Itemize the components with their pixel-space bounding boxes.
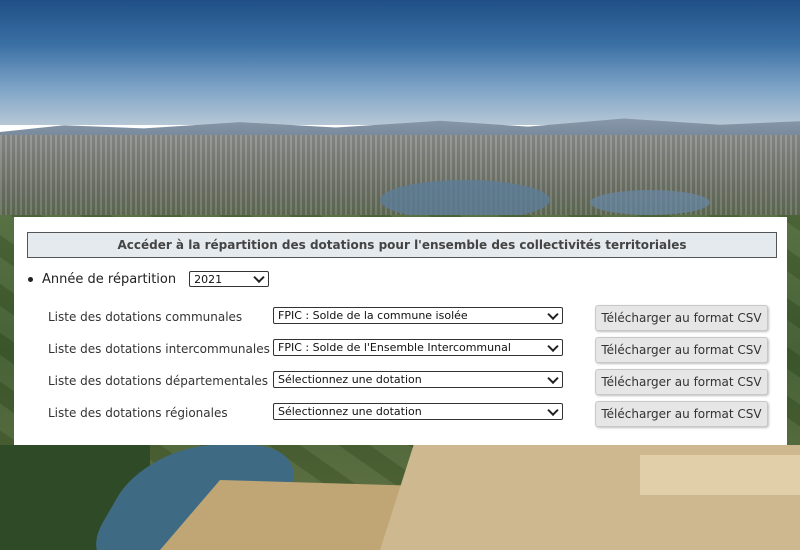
river [380, 180, 550, 220]
chevron-down-icon [253, 271, 265, 284]
download-csv-button-regionales[interactable]: Télécharger au format CSV [595, 401, 768, 427]
row-label: Liste des dotations régionales [48, 406, 228, 420]
dotation-select-intercommunales[interactable]: FPIC : Solde de l'Ensemble Intercommunal [273, 339, 563, 356]
row-communales: Liste des dotations communales FPIC : So… [14, 305, 787, 331]
select-value: FPIC : Solde de l'Ensemble Intercommunal [278, 341, 511, 354]
year-row: Année de répartition 2021 [28, 270, 270, 288]
row-intercommunales: Liste des dotations intercommunales FPIC… [14, 337, 787, 363]
row-departementales: Liste des dotations départementales Séle… [14, 369, 787, 395]
row-regionales: Liste des dotations régionales Sélection… [14, 401, 787, 427]
year-select-value: 2021 [194, 272, 223, 286]
download-csv-button-intercommunales[interactable]: Télécharger au format CSV [595, 337, 768, 363]
row-label: Liste des dotations communales [48, 310, 243, 324]
year-label: Année de répartition [42, 271, 177, 287]
year-select[interactable]: 2021 [189, 271, 270, 287]
download-csv-button-departementales[interactable]: Télécharger au format CSV [595, 369, 768, 395]
select-value: FPIC : Solde de la commune isolée [278, 309, 468, 322]
bullet-icon [28, 276, 33, 282]
chevron-down-icon [547, 404, 559, 416]
chevron-down-icon [547, 308, 559, 320]
chevron-down-icon [547, 372, 559, 384]
row-label: Liste des dotations départementales [48, 374, 269, 388]
dotation-select-communales[interactable]: FPIC : Solde de la commune isolée [273, 307, 563, 324]
panel-title: Accéder à la répartition des dotations p… [27, 232, 777, 258]
download-csv-button-communales[interactable]: Télécharger au format CSV [595, 305, 768, 331]
row-label: Liste des dotations intercommunales [48, 342, 270, 356]
farm-field [640, 455, 800, 495]
chevron-down-icon [547, 340, 559, 352]
dotation-select-regionales[interactable]: Sélectionnez une dotation [273, 403, 563, 420]
select-value: Sélectionnez une dotation [278, 373, 422, 386]
select-value: Sélectionnez une dotation [278, 405, 422, 418]
sky [0, 0, 800, 125]
dotation-select-departementales[interactable]: Sélectionnez une dotation [273, 371, 563, 388]
dotations-panel: Accéder à la répartition des dotations p… [14, 217, 787, 445]
river [590, 190, 710, 215]
